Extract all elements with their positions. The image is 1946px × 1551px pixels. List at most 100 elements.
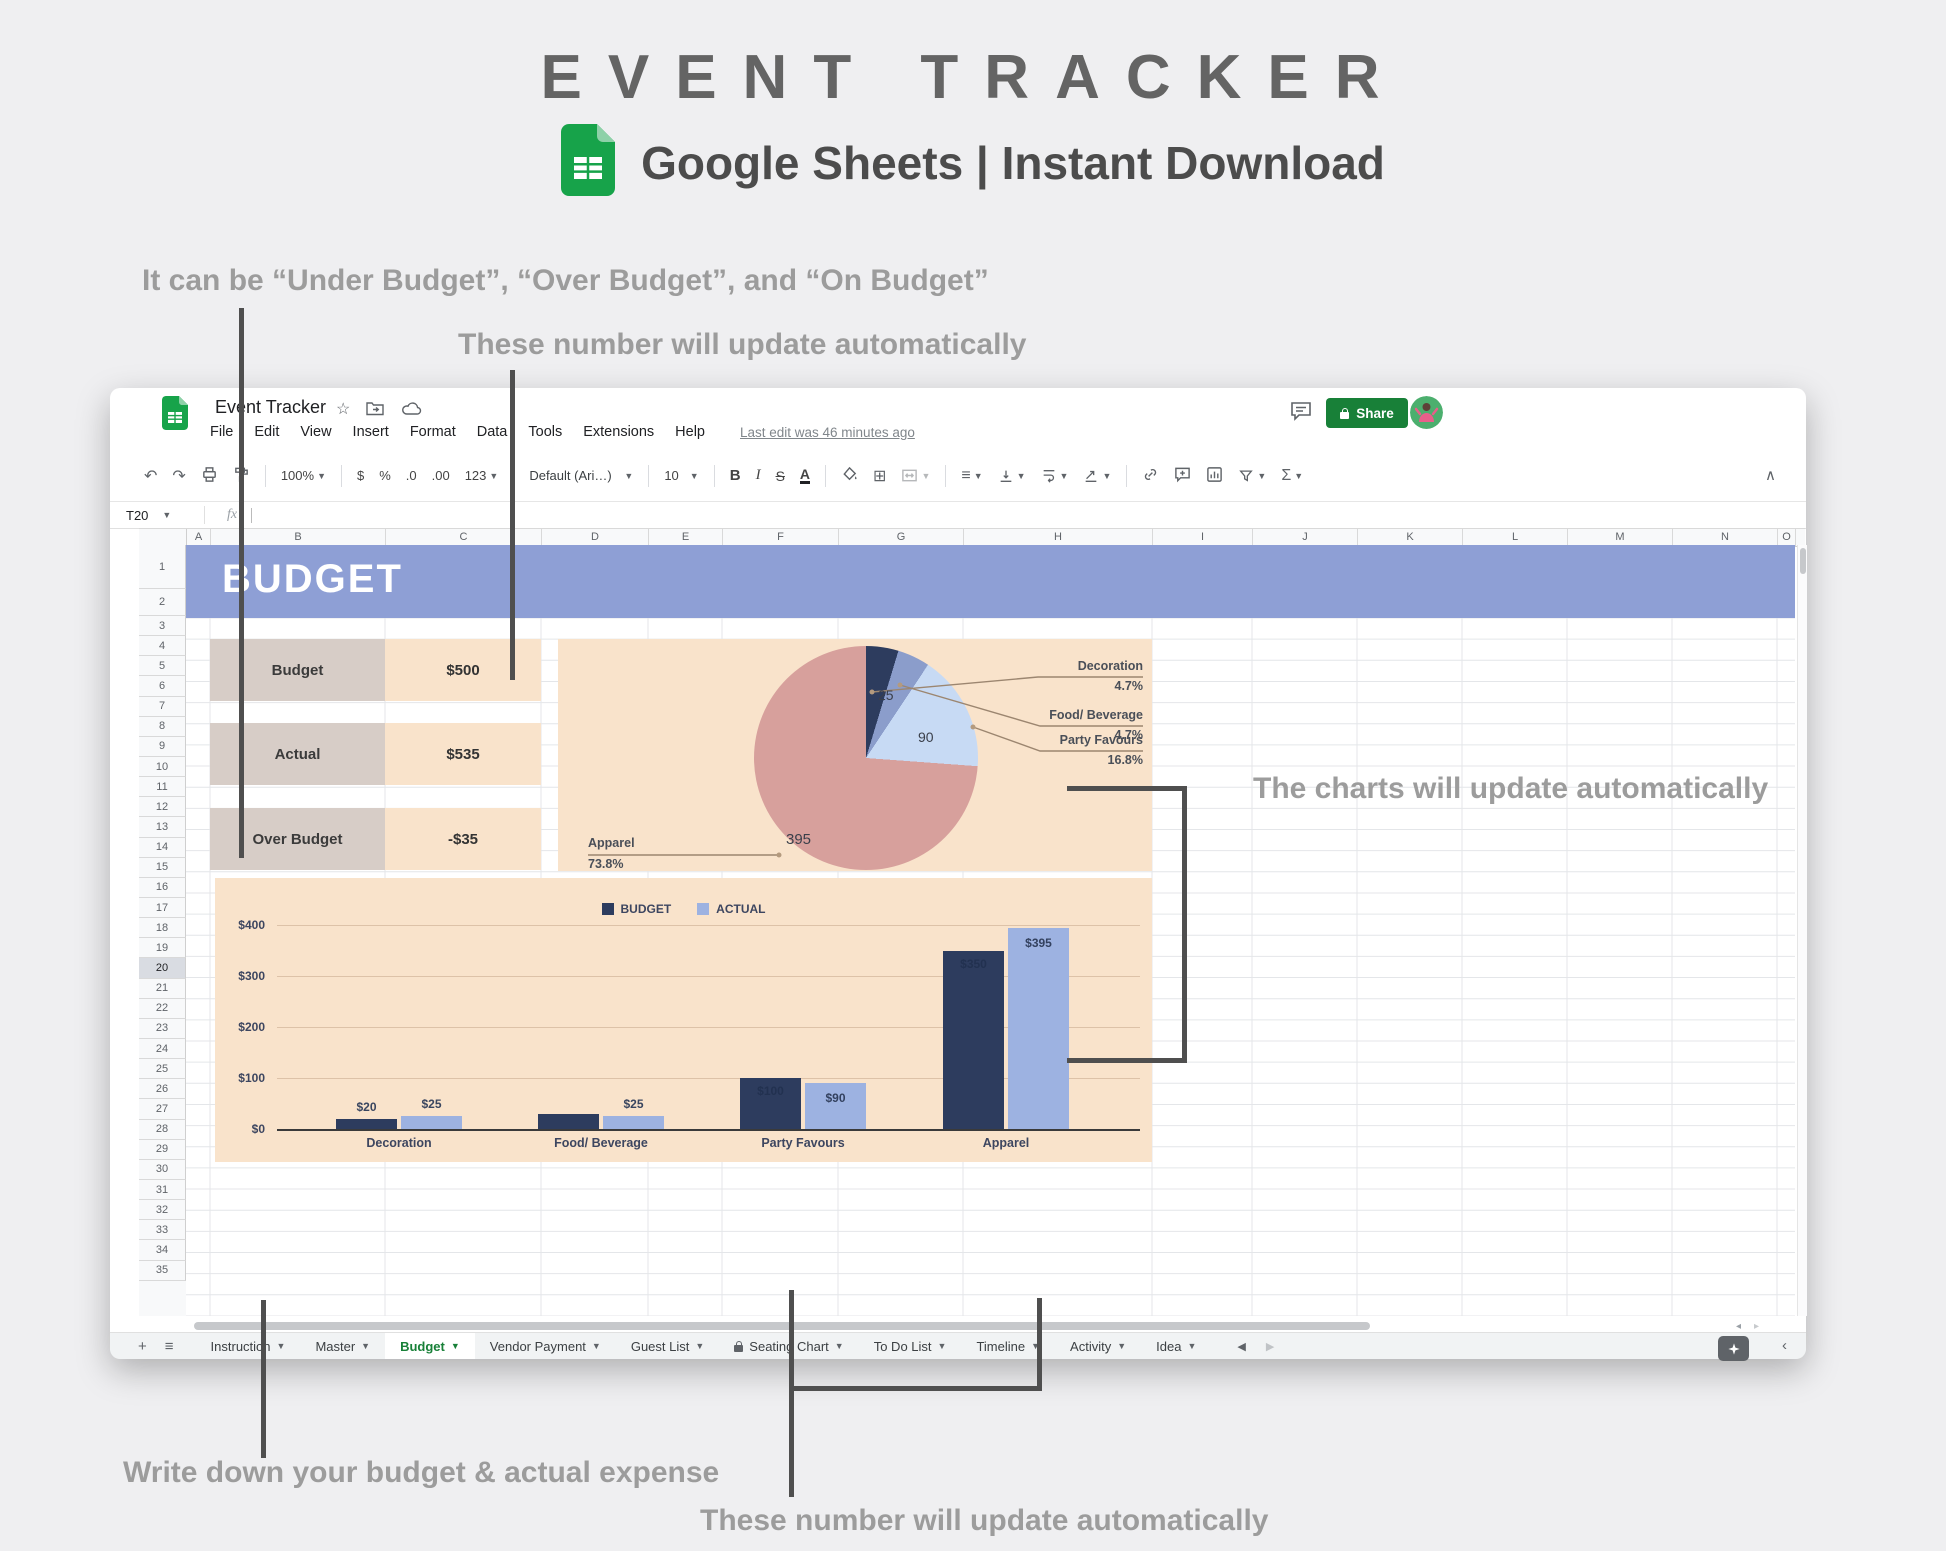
column-header-O[interactable]: O [1778, 529, 1796, 546]
pie-chart[interactable]: Decoration 4.7% Food/ Beverage 4.7% Part… [558, 639, 1152, 871]
bar-budget-Decoration[interactable] [336, 1119, 397, 1129]
scroll-right-icon[interactable]: ▸ [1754, 1321, 1759, 1332]
horizontal-scrollbar-thumb[interactable] [194, 1322, 1370, 1330]
menu-view[interactable]: View [300, 424, 331, 440]
cloud-status-icon[interactable] [402, 401, 422, 421]
row-header-20[interactable]: 20 [139, 958, 186, 978]
tab-menu-icon[interactable]: ▼ [451, 1341, 460, 1351]
text-rotation-icon[interactable]: ▼ [1083, 468, 1111, 484]
tab-menu-icon[interactable]: ▼ [835, 1341, 844, 1351]
print-icon[interactable] [201, 466, 218, 486]
column-header-L[interactable]: L [1463, 529, 1568, 546]
sheet-tab-to-do-list[interactable]: To Do List▼ [859, 1333, 962, 1359]
column-header-A[interactable]: A [187, 529, 211, 546]
row-header-13[interactable]: 13 [139, 817, 186, 837]
tab-menu-icon[interactable]: ▼ [592, 1341, 601, 1351]
format-currency-button[interactable]: $ [357, 468, 364, 483]
bold-button[interactable]: B [730, 467, 741, 484]
row-header-12[interactable]: 12 [139, 797, 186, 817]
explore-button[interactable] [1718, 1336, 1749, 1361]
row-header-21[interactable]: 21 [139, 979, 186, 999]
italic-button[interactable]: I [756, 467, 761, 484]
column-header-K[interactable]: K [1358, 529, 1463, 546]
row-header-8[interactable]: 8 [139, 717, 186, 737]
document-title[interactable]: Event Tracker [215, 397, 326, 418]
redo-icon[interactable]: ↷ [172, 466, 185, 486]
row-header-6[interactable]: 6 [139, 676, 186, 696]
vertical-scrollbar-thumb[interactable] [1800, 548, 1806, 574]
row-header-28[interactable]: 28 [139, 1120, 186, 1140]
menu-extensions[interactable]: Extensions [583, 424, 654, 440]
bar-actual-Food/ Beverage[interactable] [603, 1116, 664, 1129]
row-header-30[interactable]: 30 [139, 1160, 186, 1180]
bar-actual-Decoration[interactable] [401, 1116, 462, 1129]
format-percent-button[interactable]: % [379, 468, 391, 483]
summary-label-budget[interactable]: Budget [210, 639, 385, 701]
more-formats-button[interactable]: 123▼ [465, 468, 499, 483]
undo-icon[interactable]: ↶ [144, 466, 157, 486]
menu-edit[interactable]: Edit [254, 424, 279, 440]
menu-file[interactable]: File [210, 424, 233, 440]
row-header-5[interactable]: 5 [139, 656, 186, 676]
row-header-32[interactable]: 32 [139, 1200, 186, 1220]
bar-actual-Apparel[interactable] [1008, 928, 1069, 1129]
column-header-N[interactable]: N [1673, 529, 1778, 546]
bar-chart[interactable]: BUDGET ACTUAL $0$100$200$300$400Decorati… [215, 878, 1152, 1162]
move-folder-icon[interactable] [366, 401, 384, 421]
tab-scroll-left-icon[interactable]: ◀ [1237, 1340, 1245, 1353]
column-header-D[interactable]: D [542, 529, 649, 546]
row-header-14[interactable]: 14 [139, 838, 186, 858]
row-header-9[interactable]: 9 [139, 737, 186, 757]
sheet-tab-budget[interactable]: Budget▼ [385, 1333, 475, 1359]
bar-budget-Food/ Beverage[interactable] [538, 1114, 599, 1129]
column-header-I[interactable]: I [1153, 529, 1253, 546]
row-header-18[interactable]: 18 [139, 918, 186, 938]
row-header-4[interactable]: 4 [139, 636, 186, 656]
row-header-25[interactable]: 25 [139, 1059, 186, 1079]
row-header-31[interactable]: 31 [139, 1180, 186, 1200]
strikethrough-button[interactable]: S [776, 468, 785, 484]
menu-insert[interactable]: Insert [353, 424, 389, 440]
tab-menu-icon[interactable]: ▼ [695, 1341, 704, 1351]
column-header-J[interactable]: J [1253, 529, 1358, 546]
tab-scroll-right-icon[interactable]: ▶ [1266, 1340, 1274, 1353]
functions-icon[interactable]: Σ▼ [1281, 467, 1303, 485]
text-color-button[interactable]: A [800, 467, 810, 484]
sheet-tab-vendor-payment[interactable]: Vendor Payment▼ [475, 1333, 616, 1359]
row-header-24[interactable]: 24 [139, 1039, 186, 1059]
last-edit-link[interactable]: Last edit was 46 minutes ago [740, 425, 915, 440]
row-header-3[interactable]: 3 [139, 616, 186, 636]
row-header-17[interactable]: 17 [139, 898, 186, 918]
sheet-tab-instruction[interactable]: Instruction▼ [196, 1333, 301, 1359]
horizontal-align-icon[interactable]: ≡▼ [961, 467, 982, 485]
sheet-tab-idea[interactable]: Idea▼ [1141, 1333, 1211, 1359]
vertical-scrollbar[interactable] [1797, 545, 1807, 1316]
tab-menu-icon[interactable]: ▼ [1187, 1341, 1196, 1351]
row-header-11[interactable]: 11 [139, 777, 186, 797]
name-box[interactable]: T20▼ [110, 508, 204, 523]
merge-cells-icon[interactable]: ▼ [901, 467, 930, 484]
decrease-decimal-button[interactable]: .0 [406, 468, 417, 483]
row-header-22[interactable]: 22 [139, 999, 186, 1019]
summary-label-over-budget[interactable]: Over Budget [210, 808, 385, 870]
scroll-left-icon[interactable]: ◂ [1736, 1321, 1741, 1332]
zoom-select[interactable]: 100%▼ [281, 468, 326, 483]
filter-icon[interactable]: ▼ [1238, 468, 1266, 484]
menu-format[interactable]: Format [410, 424, 456, 440]
borders-icon[interactable]: ⊞ [873, 466, 886, 486]
text-wrap-icon[interactable]: ▼ [1041, 468, 1069, 484]
tab-menu-icon[interactable]: ▼ [938, 1341, 947, 1351]
formula-input-caret[interactable] [251, 508, 252, 523]
spreadsheet-grid[interactable]: BUDGET Budget $500 Actual $535 Over Budg… [186, 545, 1795, 1316]
column-header-F[interactable]: F [723, 529, 839, 546]
row-header-1[interactable]: 1 [139, 545, 186, 589]
insert-comment-icon[interactable] [1174, 466, 1191, 486]
star-icon[interactable]: ☆ [336, 399, 350, 419]
menu-help[interactable]: Help [675, 424, 705, 440]
row-header-33[interactable]: 33 [139, 1220, 186, 1240]
avatar[interactable] [1410, 396, 1443, 429]
collapse-toolbar-icon[interactable]: ∧ [1765, 466, 1776, 484]
menu-tools[interactable]: Tools [528, 424, 562, 440]
column-header-H[interactable]: H [964, 529, 1153, 546]
summary-value-actual[interactable]: $535 [385, 723, 541, 785]
